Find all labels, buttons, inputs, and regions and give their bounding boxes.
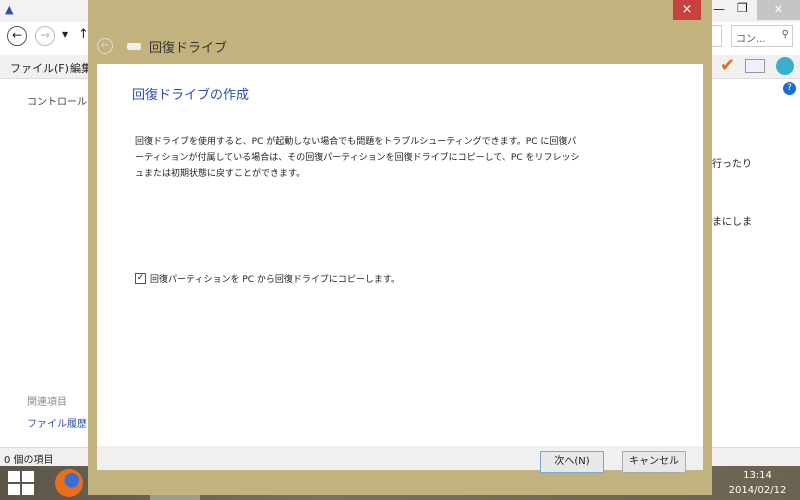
- clock-time: 13:14: [743, 470, 772, 481]
- content-text: まにしま: [712, 217, 752, 228]
- dialog-content: 回復ドライブの作成 回復ドライブを使用すると、PC が起動しない場合でも問題をト…: [97, 64, 703, 446]
- dialog-back-button[interactable]: ←: [97, 38, 113, 54]
- firefox-icon[interactable]: [55, 469, 83, 497]
- refresh-button[interactable]: [712, 25, 722, 47]
- cancel-button[interactable]: キャンセル: [622, 451, 686, 473]
- help-icon[interactable]: ?: [783, 82, 796, 95]
- dialog-title: 回復ドライブ: [149, 40, 228, 56]
- page-title: 回復ドライブの作成: [132, 88, 250, 103]
- back-button[interactable]: ←: [7, 26, 27, 46]
- minimize-button[interactable]: —: [713, 2, 725, 16]
- globe-icon[interactable]: [776, 57, 794, 75]
- dialog-close-button[interactable]: ×: [673, 0, 701, 20]
- restore-button[interactable]: ❐: [737, 1, 748, 15]
- copy-partition-checkbox-row[interactable]: ✓ 回復パーティションを PC から回復ドライブにコピーします。: [135, 272, 400, 285]
- clock-date: 2014/02/12: [728, 485, 787, 496]
- dialog-header: ← 回復ドライブ: [97, 33, 227, 59]
- related-heading: 関連項目: [27, 397, 67, 408]
- search-input[interactable]: コン... ⚲: [731, 25, 793, 47]
- history-dropdown-icon[interactable]: ▼: [62, 30, 68, 39]
- copy-partition-checkbox[interactable]: ✓: [135, 273, 146, 284]
- checkbox-label: 回復パーティションを PC から回復ドライブにコピーします。: [150, 275, 400, 285]
- search-placeholder: コン...: [736, 34, 766, 45]
- mail-icon[interactable]: [745, 59, 765, 73]
- explorer-close-button[interactable]: ✕: [757, 0, 800, 20]
- start-button[interactable]: [8, 471, 34, 495]
- menu-file[interactable]: ファイル(F): [10, 60, 69, 76]
- clock[interactable]: 13:14 2014/02/12: [715, 468, 800, 498]
- content-text: 行ったり: [712, 159, 752, 170]
- check-icon[interactable]: ✔: [720, 55, 735, 76]
- dialog-footer: [97, 446, 703, 470]
- drive-icon: [127, 42, 141, 50]
- description: 回復ドライブを使用すると、PC が起動しない場合でも問題をトラブルシューティング…: [135, 137, 580, 179]
- next-button[interactable]: 次へ(N): [540, 451, 604, 473]
- file-history-link[interactable]: ファイル履歴: [27, 415, 87, 430]
- forward-button[interactable]: →: [35, 26, 55, 46]
- search-icon: ⚲: [781, 29, 789, 40]
- app-icon: ▲: [5, 3, 14, 16]
